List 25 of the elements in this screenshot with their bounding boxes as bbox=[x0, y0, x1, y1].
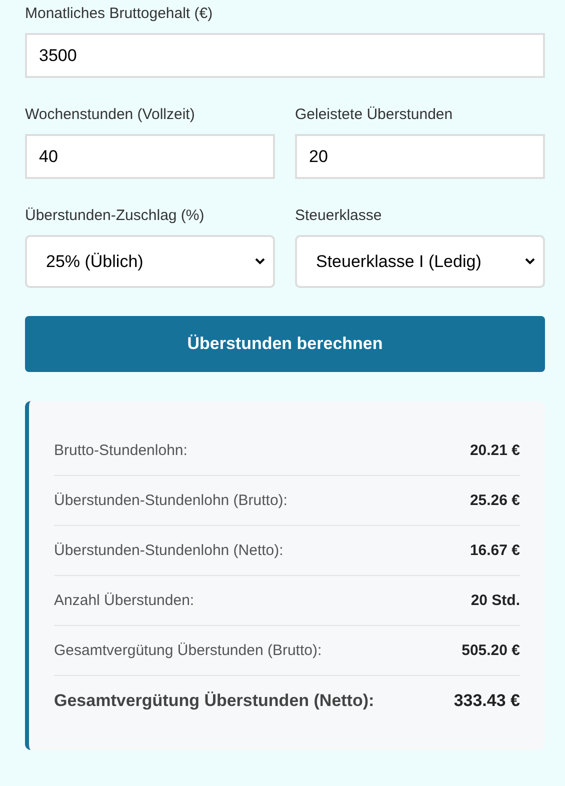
field-label: Wochenstunden (Vollzeit) bbox=[25, 105, 196, 125]
result-label: Überstunden-Stundenlohn (Brutto): bbox=[54, 492, 288, 509]
dropdown[interactable]: Steuerklasse I (Ledig) bbox=[295, 235, 545, 288]
result-label: Gesamtvergütung Überstunden (Brutto): bbox=[54, 642, 322, 659]
result-label: Überstunden-Stundenlohn (Netto): bbox=[54, 542, 284, 559]
chevron-down-icon bbox=[525, 258, 535, 265]
field-label: Monatliches Bruttogehalt (€) bbox=[25, 4, 214, 24]
input-field[interactable]: 20 bbox=[295, 134, 545, 179]
result-label: Anzahl Überstunden: bbox=[54, 592, 194, 609]
chevron-down-icon bbox=[255, 258, 265, 265]
result-value: 333.43 € bbox=[454, 690, 520, 710]
field-label: Überstunden-Zuschlag (%) bbox=[25, 206, 206, 226]
field-label: Steuerklasse bbox=[295, 206, 383, 226]
result-label: Brutto-Stundenlohn: bbox=[54, 442, 188, 459]
dropdown[interactable]: 25% (Üblich) bbox=[25, 235, 275, 288]
result-value: 16.67 € bbox=[470, 542, 520, 559]
calculate-button[interactable]: Überstunden berechnen bbox=[25, 316, 545, 372]
result-value: 20.21 € bbox=[470, 442, 520, 459]
result-value: 25.26 € bbox=[470, 492, 520, 509]
field-label: Geleistete Überstunden bbox=[295, 105, 454, 125]
input-field[interactable]: 40 bbox=[25, 134, 275, 179]
result-value: 505.20 € bbox=[462, 642, 520, 659]
input-field[interactable]: 3500 bbox=[25, 33, 545, 78]
result-label: Gesamtvergütung Überstunden (Netto): bbox=[54, 690, 374, 710]
result-value: 20 Std. bbox=[470, 592, 520, 609]
